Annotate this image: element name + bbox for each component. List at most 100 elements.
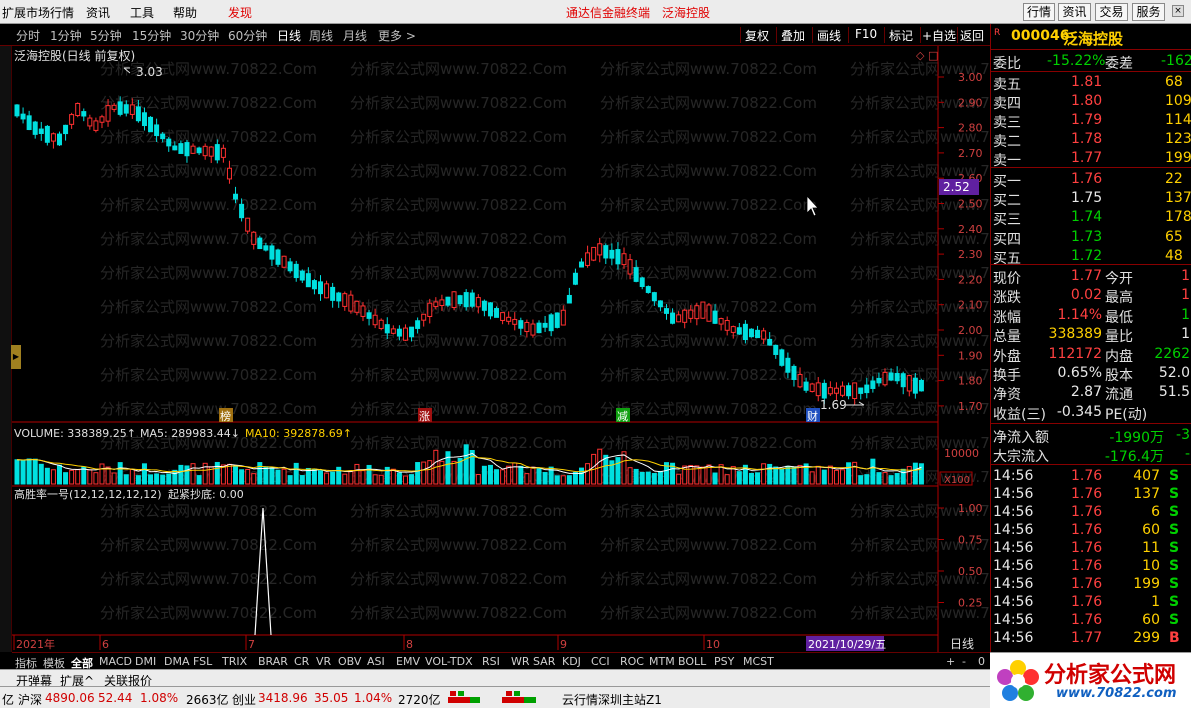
indicator-tab[interactable]: TRIX xyxy=(222,655,247,668)
indicator-tab[interactable]: CCI xyxy=(591,655,610,668)
menu-news[interactable]: 资讯 xyxy=(86,4,110,21)
indicator-tab[interactable]: VR xyxy=(316,655,331,668)
draw-line-button[interactable]: 画线 xyxy=(817,27,841,44)
menu-discover[interactable]: 发现 xyxy=(228,4,252,21)
tab-5min[interactable]: 5分钟 xyxy=(90,27,122,44)
tab-15min[interactable]: 15分钟 xyxy=(132,27,171,44)
indicator-tab[interactable]: FSL xyxy=(193,655,212,668)
price-tick-label: 2.10 xyxy=(958,299,983,312)
indicator-tab[interactable]: BRAR xyxy=(258,655,288,668)
menu-help[interactable]: 帮助 xyxy=(173,4,197,21)
tab-60min[interactable]: 60分钟 xyxy=(228,27,267,44)
chart-corner-icons[interactable]: ◇ □ xyxy=(916,49,938,62)
ask-level-row[interactable]: 卖三 1.79 114 xyxy=(991,111,1191,131)
index1-name[interactable]: 沪深 xyxy=(18,691,42,708)
event-badge-reduce[interactable]: 减 xyxy=(616,408,630,423)
volume-bar xyxy=(129,468,135,485)
quotes-tab-button[interactable]: 行情 xyxy=(1023,3,1055,21)
ask-level-row[interactable]: 卖四 1.80 109 xyxy=(991,92,1191,112)
tick-side: S xyxy=(1169,576,1180,592)
volume-bar xyxy=(348,470,354,485)
add-watchlist-button[interactable]: +自选 xyxy=(922,27,956,44)
indicator-tab[interactable]: ASI xyxy=(367,655,385,668)
candle-body xyxy=(657,300,663,308)
zoom-control-button[interactable]: + xyxy=(946,655,955,668)
back-button[interactable]: 返回 xyxy=(960,27,984,44)
volume-bar xyxy=(69,469,75,485)
ask-level-row[interactable]: 卖一 1.77 199 xyxy=(991,149,1191,169)
f10-button[interactable]: F10 xyxy=(855,27,877,41)
indicator-tab[interactable]: WR xyxy=(511,655,530,668)
overlay-button[interactable]: 叠加 xyxy=(781,27,805,44)
indicator-tab[interactable]: VOL-TDX xyxy=(425,655,473,668)
volume-bar xyxy=(585,463,591,485)
indicator-tab[interactable]: PSY xyxy=(714,655,734,668)
bid-level-row[interactable]: 买四 1.73 65 xyxy=(991,228,1191,248)
tab-timeshare[interactable]: 分时 xyxy=(16,27,40,44)
stat-label: 量比 xyxy=(1105,329,1133,346)
tab-daily[interactable]: 日线 xyxy=(277,27,301,44)
ask-label: 卖二 xyxy=(993,134,1021,150)
candle-body xyxy=(494,308,500,318)
tab-more[interactable]: 更多 > xyxy=(378,27,416,44)
adjust-button[interactable]: 复权 xyxy=(745,27,769,44)
index2-name[interactable]: 创业 xyxy=(232,691,256,708)
candle-body xyxy=(481,300,487,311)
bid-level-row[interactable]: 买三 1.74 178 xyxy=(991,208,1191,228)
tab-monthly[interactable]: 月线 xyxy=(343,27,367,44)
menu-tools[interactable]: 工具 xyxy=(130,4,154,21)
tab-weekly[interactable]: 周线 xyxy=(309,27,333,44)
tab-30min[interactable]: 30分钟 xyxy=(180,27,219,44)
event-badge-limit-up[interactable]: 涨 xyxy=(418,408,432,423)
tick-time: 14:56 xyxy=(993,540,1034,556)
candle-body xyxy=(755,329,761,339)
volume-bar xyxy=(761,463,767,485)
indicator-tab[interactable]: DMI xyxy=(135,655,156,668)
close-icon[interactable]: × xyxy=(1172,5,1184,17)
order-ratio-value: -15.22% xyxy=(1047,53,1106,69)
candle-body xyxy=(724,320,730,331)
indicator-tab[interactable]: RSI xyxy=(482,655,500,668)
candle-body xyxy=(548,314,554,332)
menu-extended-market[interactable]: 扩展市场行情 xyxy=(2,4,74,21)
candle-body xyxy=(220,147,226,158)
indicator-tab[interactable]: KDJ xyxy=(562,655,581,668)
stock-title-link[interactable]: 泛海控股 xyxy=(662,4,710,21)
bid-level-row[interactable]: 买一 1.76 22 xyxy=(991,170,1191,190)
ask-level-row[interactable]: 卖二 1.78 123 xyxy=(991,130,1191,150)
candle-body xyxy=(342,293,348,307)
indicator-tab[interactable]: SAR xyxy=(533,655,555,668)
bid-level-row[interactable]: 买二 1.75 137 xyxy=(991,189,1191,209)
app-title-link[interactable]: 通达信金融终端 xyxy=(566,4,650,21)
indicator-tab[interactable]: ROC xyxy=(620,655,644,668)
stat-value: 2.87 xyxy=(1070,384,1102,401)
indicator-tab[interactable]: OBV xyxy=(338,655,361,668)
tab-1min[interactable]: 1分钟 xyxy=(50,27,82,44)
badge-text: 涨 xyxy=(419,410,430,423)
indicator-tab[interactable]: EMV xyxy=(396,655,420,668)
indicator-tab[interactable]: MTM xyxy=(649,655,675,668)
indicator-tab[interactable]: BOLL xyxy=(678,655,706,668)
zoom-control-button[interactable]: 0 xyxy=(978,655,985,668)
candle-body xyxy=(700,301,706,319)
tick-side: S xyxy=(1169,612,1180,628)
indicator-tab[interactable]: DMA xyxy=(164,655,190,668)
zoom-control-button[interactable]: - xyxy=(962,655,966,668)
tick-price: 1.76 xyxy=(1071,558,1103,574)
ask-level-row[interactable]: 卖五 1.81 68 xyxy=(991,73,1191,93)
price-tick-label: 2.50 xyxy=(958,198,983,211)
indicator-tab[interactable]: MACD xyxy=(99,655,132,668)
bid-price: 1.73 xyxy=(1071,228,1103,245)
news-tab-button[interactable]: 资讯 xyxy=(1058,3,1091,21)
indicator-tab[interactable]: CR xyxy=(294,655,309,668)
bid-volume: 178 xyxy=(1165,209,1191,226)
event-badge-rank[interactable]: 榜 xyxy=(219,408,233,423)
mark-button[interactable]: 标记 xyxy=(889,27,913,44)
kline-chart[interactable]: 分析家公式网www.70822.Com 分析家公式网www.70822.Com 分析… xyxy=(12,46,990,652)
server-label[interactable]: 云行情深圳主站Z1 xyxy=(562,691,662,708)
indicator-tab[interactable]: MCST xyxy=(743,655,774,668)
service-tab-button[interactable]: 服务 xyxy=(1132,3,1165,21)
event-badge-finance[interactable]: 财 xyxy=(806,408,820,423)
trade-tab-button[interactable]: 交易 xyxy=(1095,3,1128,21)
bid-level-row[interactable]: 买五 1.72 48 xyxy=(991,247,1191,267)
